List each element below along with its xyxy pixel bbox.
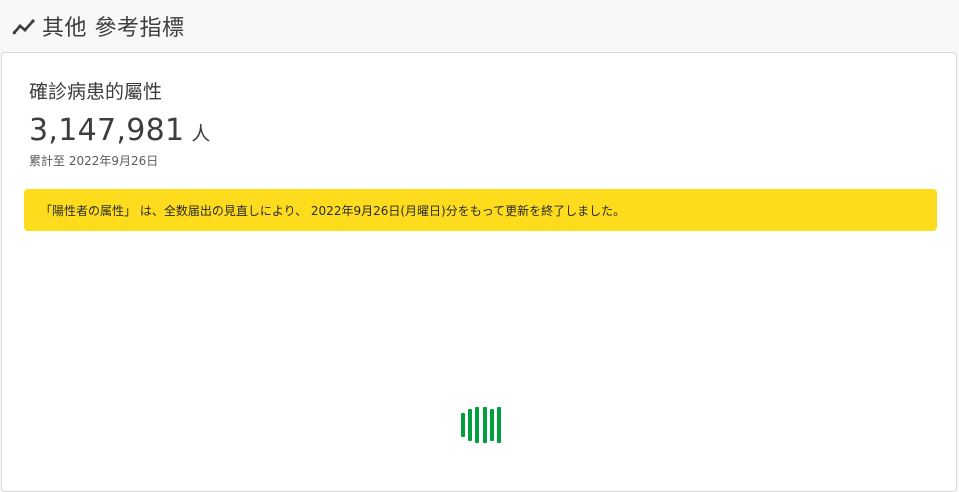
loader-bar	[468, 409, 473, 441]
loader-bar	[496, 407, 501, 443]
loader-bar	[461, 413, 465, 437]
total-count: 3,147,981 人	[29, 113, 210, 148]
loader-bar	[489, 409, 494, 441]
trend-line-icon	[12, 14, 36, 38]
card-title: 確診病患的屬性	[29, 81, 163, 103]
notice-text: 「陽性者の属性」 は、全数届出の見直しにより、 2022年9月26日(月曜日)分…	[40, 203, 626, 218]
patient-attributes-card: 確診病患的屬性 3,147,981 人 累計至 2022年9月26日 「陽性者の…	[1, 52, 957, 492]
total-count-value: 3,147,981	[29, 113, 185, 148]
notice-banner: 「陽性者の属性」 は、全数届出の見直しにより、 2022年9月26日(月曜日)分…	[24, 189, 937, 231]
section-header: 其他 參考指標	[12, 10, 185, 42]
loader-bar	[475, 407, 480, 443]
total-count-unit: 人	[191, 123, 211, 145]
section-title: 其他 參考指標	[42, 16, 185, 41]
date-note: 累計至 2022年9月26日	[29, 154, 159, 168]
loader-bar	[482, 407, 487, 443]
loading-bars-icon	[461, 407, 501, 443]
